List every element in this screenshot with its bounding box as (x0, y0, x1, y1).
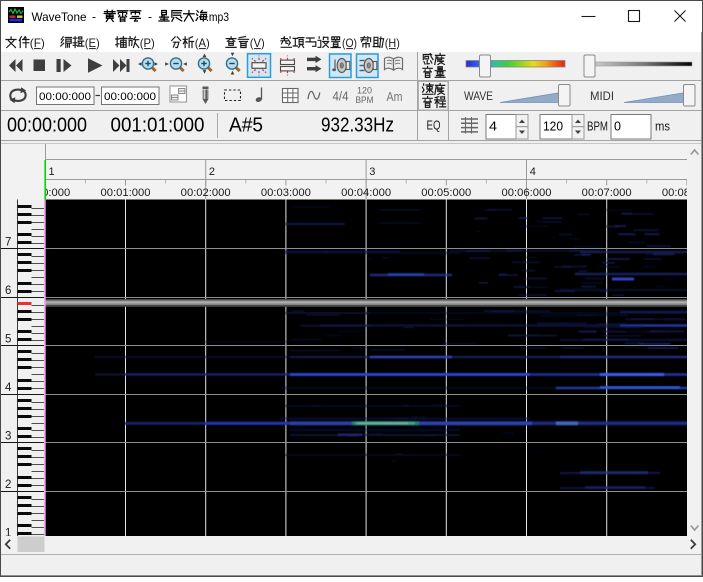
svg-text:00:03:000: 00:03:000 (261, 187, 311, 199)
svg-text:3: 3 (369, 166, 375, 178)
svg-text:-: - (148, 10, 152, 24)
svg-text:EQ: EQ (427, 119, 441, 133)
svg-text:WAVE: WAVE (464, 89, 493, 103)
svg-text:5: 5 (5, 334, 11, 346)
svg-text:MIDI: MIDI (590, 89, 614, 103)
svg-text:(E): (E) (85, 36, 100, 50)
svg-text:(V): (V) (250, 36, 265, 50)
svg-text:4: 4 (489, 120, 497, 134)
svg-text:(H): (H) (385, 36, 400, 50)
svg-text:(A): (A) (195, 36, 210, 50)
svg-text:001:01:000: 001:01:000 (111, 115, 205, 137)
svg-text:932.33Hz: 932.33Hz (321, 115, 394, 137)
svg-text:-: - (92, 10, 96, 24)
svg-text:.mp3: .mp3 (206, 10, 229, 24)
svg-text:1: 1 (49, 166, 55, 178)
svg-text:(O): (O) (342, 36, 357, 50)
svg-text:(F): (F) (30, 36, 45, 50)
svg-text:00:07:000: 00:07:000 (582, 187, 632, 199)
svg-text:WaveTone: WaveTone (32, 10, 87, 24)
svg-text:00:00:000: 00:00:000 (7, 115, 87, 137)
svg-text:4: 4 (530, 166, 536, 178)
svg-text:00:01:000: 00:01:000 (101, 187, 151, 199)
svg-text:4: 4 (5, 382, 12, 394)
svg-text:6: 6 (5, 285, 11, 297)
svg-text:BPM: BPM (587, 120, 608, 134)
svg-text:120: 120 (543, 120, 563, 134)
svg-text:00:06:000: 00:06:000 (502, 187, 552, 199)
svg-text:2: 2 (209, 166, 215, 178)
svg-text:7: 7 (5, 237, 11, 249)
svg-text:BPM: BPM (356, 95, 374, 106)
svg-text:4/4: 4/4 (333, 90, 349, 104)
svg-text:0: 0 (614, 120, 621, 134)
svg-text:ms: ms (655, 120, 670, 134)
svg-text:00:05:000: 00:05:000 (421, 187, 471, 199)
svg-text:3: 3 (5, 431, 11, 443)
svg-text:00:00:000: 00:00:000 (39, 91, 91, 103)
svg-text:A#5: A#5 (229, 115, 263, 137)
svg-text:00:02:000: 00:02:000 (181, 187, 231, 199)
svg-text:00:04:000: 00:04:000 (341, 187, 391, 199)
svg-text:2: 2 (5, 479, 11, 491)
svg-text:00:00:000: 00:00:000 (104, 91, 156, 103)
svg-text:Am: Am (387, 89, 403, 104)
svg-text:(P): (P) (140, 36, 155, 50)
